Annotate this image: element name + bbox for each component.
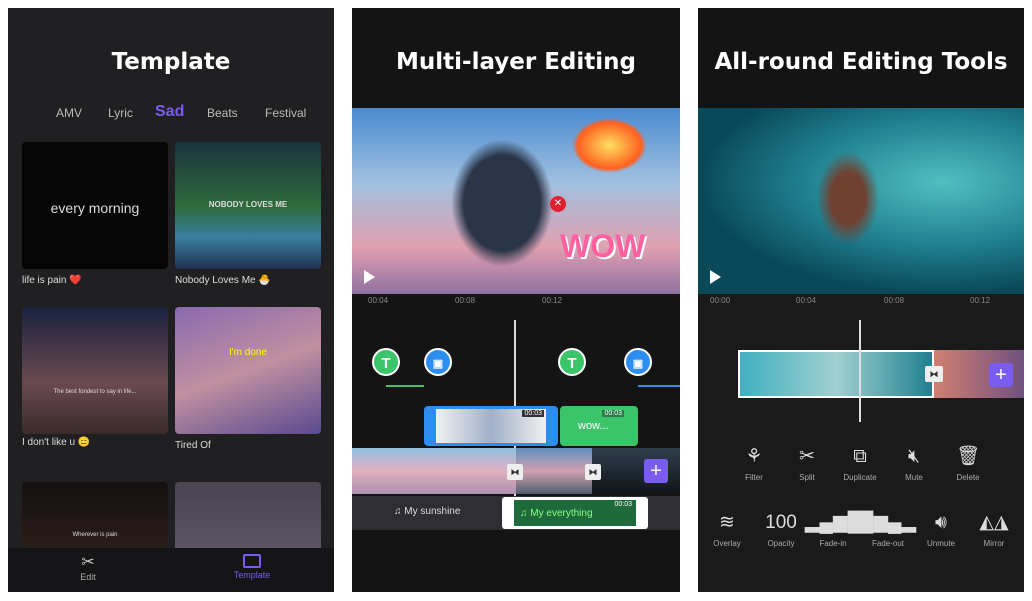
layers-icon: ≋: [719, 512, 735, 533]
template-icon: [243, 554, 261, 568]
video-preview[interactable]: [698, 108, 1024, 294]
volume-icon: 🔊︎: [935, 512, 947, 533]
mirror-icon: ◭◮: [979, 512, 1009, 533]
nav-label: Edit: [80, 572, 96, 582]
card-overlay-text: I'm done: [228, 347, 268, 358]
tool-fade-out[interactable]: █▆▄▂ Fade-out: [858, 511, 918, 548]
template-card[interactable]: every morning: [22, 142, 168, 269]
add-clip-button[interactable]: +: [989, 363, 1013, 387]
card-overlay-text: The best fondest to say in life...: [53, 389, 137, 395]
play-icon[interactable]: [364, 270, 375, 284]
tool-duplicate[interactable]: ⧉ Duplicate: [830, 445, 890, 482]
audio-label[interactable]: ♫ My sunshine: [394, 506, 460, 517]
tab-festival[interactable]: Festival: [265, 106, 306, 120]
surfer-figure: [808, 138, 888, 258]
fade-out-icon: █▆▄▂: [859, 512, 917, 533]
bottom-nav: ✂ Edit Template: [8, 548, 334, 592]
play-icon[interactable]: [710, 270, 721, 284]
playhead[interactable]: [859, 320, 861, 422]
trash-icon: 🗑︎: [955, 446, 981, 467]
card-label: life is pain ❤️: [22, 275, 82, 286]
tool-mute[interactable]: 🔇︎ Mute: [884, 445, 944, 482]
add-clip-button[interactable]: +: [644, 459, 668, 483]
tool-fade-in[interactable]: ▂▄▆█ Fade-in: [803, 511, 863, 548]
nav-template[interactable]: Template: [222, 552, 282, 580]
card-label: I don't like u 😑: [22, 437, 91, 448]
selected-video-clip[interactable]: [738, 350, 934, 398]
tool-mirror[interactable]: ◭◮ Mirror: [964, 511, 1024, 548]
transition-icon[interactable]: ⧓: [925, 366, 943, 382]
timeline-ruler: 00:00 00:04 00:08 00:12: [710, 296, 991, 305]
template-card[interactable]: The best fondest to say in life...: [22, 307, 168, 434]
scissors-icon: ✂: [799, 446, 815, 467]
overlay-clip[interactable]: 00:03: [424, 406, 558, 446]
filter-icon: ⚘: [745, 446, 763, 467]
fade-in-icon: ▂▄▆█: [804, 512, 862, 533]
tab-sad[interactable]: Sad: [155, 103, 184, 121]
audio-track: ♫ My sunshine ♫ My everything 00:03: [352, 496, 680, 530]
mute-icon: 🔇︎: [908, 446, 920, 467]
duplicate-icon: ⧉: [853, 446, 867, 467]
video-preview[interactable]: WOW ✕: [352, 108, 680, 294]
scissors-icon: ✂: [81, 554, 95, 571]
template-screen: Template AMV Lyric Sad Beats Festival ev…: [8, 8, 334, 592]
nav-label: Template: [233, 570, 271, 580]
tool-overlay[interactable]: ≋ Overlay: [698, 511, 757, 548]
text-clip[interactable]: wow... 00:03: [560, 406, 638, 446]
sticker-layer-marker[interactable]: ▣: [424, 348, 452, 376]
card-overlay-text: every morning: [50, 200, 140, 216]
tab-beats[interactable]: Beats: [207, 106, 238, 120]
transition-icon[interactable]: ⧓: [585, 464, 601, 480]
tool-delete[interactable]: 🗑︎ Delete: [938, 445, 998, 482]
template-card[interactable]: I'm done: [175, 307, 321, 434]
category-tabs: AMV Lyric Sad Beats Festival: [8, 102, 334, 126]
selected-audio-clip[interactable]: ♫ My everything 00:03: [502, 497, 648, 529]
fire-effect: [572, 118, 647, 173]
panel-title: Template: [8, 8, 334, 108]
text-layer-marker[interactable]: T: [558, 348, 586, 376]
sticker-layer-marker[interactable]: ▣: [624, 348, 652, 376]
nav-edit[interactable]: ✂ Edit: [58, 552, 118, 582]
panel-title: Multi-layer Editing: [352, 8, 680, 108]
card-overlay-text: NOBODY LOVES ME: [208, 200, 288, 209]
multilayer-screen: Multi-layer Editing WOW ✕ 00:04 00:08 00:1…: [352, 8, 680, 592]
tool-split[interactable]: ✂ Split: [777, 445, 837, 482]
transition-icon[interactable]: ⧓: [507, 464, 523, 480]
panel-title: All-round Editing Tools: [698, 8, 1024, 108]
tool-filter[interactable]: ⚘ Filter: [724, 445, 784, 482]
editing-tools-screen: All-round Editing Tools 00:00 00:04 00:08 0…: [698, 8, 1024, 592]
opacity-value: 100: [765, 512, 797, 533]
sticker-text[interactable]: WOW: [560, 228, 645, 265]
card-label: Nobody Loves Me 🐣: [175, 275, 271, 286]
tab-amv[interactable]: AMV: [56, 106, 82, 120]
text-layer-marker[interactable]: T: [372, 348, 400, 376]
card-label: Tired Of: [175, 440, 211, 451]
template-card[interactable]: NOBODY LOVES ME: [175, 142, 321, 269]
video-clip[interactable]: [352, 448, 516, 494]
video-clip[interactable]: [516, 448, 592, 494]
tool-unmute[interactable]: 🔊︎ Unmute: [911, 511, 971, 548]
person-figure: [442, 128, 562, 278]
tool-opacity[interactable]: 100 Opacity: [751, 511, 811, 548]
remove-sticker-icon[interactable]: ✕: [550, 196, 566, 212]
timeline-ruler: 00:04 00:08 00:12: [368, 296, 563, 305]
tab-lyric[interactable]: Lyric: [108, 106, 133, 120]
card-overlay-text: Wherever is pain: [72, 532, 118, 538]
